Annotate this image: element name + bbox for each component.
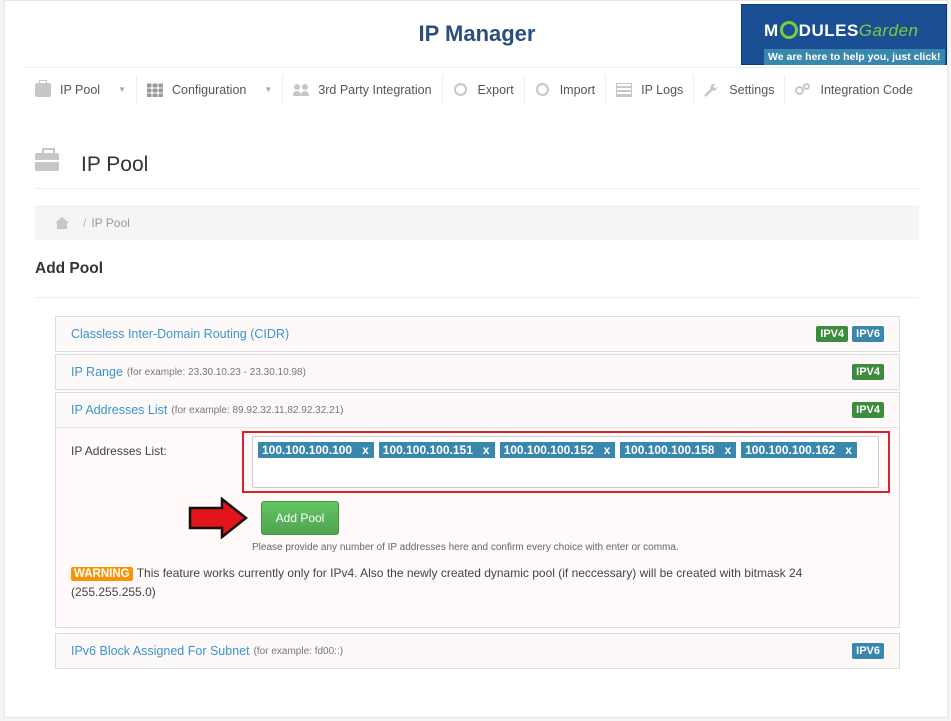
- panel-ip-range-hint: (for example: 23.30.10.23 - 23.30.10.98): [126, 366, 306, 378]
- nav-label: Export: [477, 82, 514, 97]
- breadcrumb-current: IP Pool: [91, 215, 130, 230]
- nav-label: Settings: [729, 82, 775, 97]
- ip-tag: 100.100.100.162 x: [741, 442, 857, 458]
- nav-item-export[interactable]: Export: [443, 74, 525, 105]
- briefcase-icon: [35, 79, 51, 97]
- import-icon: [535, 82, 551, 97]
- panel-ip-range: IP Range (for example: 23.30.10.23 - 23.…: [55, 354, 900, 390]
- tag-remove-button[interactable]: x: [724, 442, 731, 458]
- add-pool-button[interactable]: Add Pool: [261, 501, 339, 535]
- tag-remove-button[interactable]: x: [845, 442, 852, 458]
- app-frame: IP Manager M DULESGarden We are here to h…: [4, 0, 948, 718]
- nav-item-ip-pool[interactable]: IP Pool ▼: [25, 74, 137, 105]
- section-title: Add Pool: [35, 260, 104, 277]
- panel-ip-list: IP Addresses List (for example: 89.92.32…: [55, 392, 900, 628]
- logo-brand: M DULESGarden: [764, 21, 919, 40]
- panel-cidr: Classless Inter-Domain Routing (CIDR) IP…: [55, 316, 900, 352]
- panel-ipv6-header[interactable]: IPv6 Block Assigned For Subnet (for exam…: [56, 634, 899, 668]
- panel-ipv6-block: IPv6 Block Assigned For Subnet (for exam…: [55, 633, 900, 669]
- page-header: IP Pool: [35, 141, 919, 189]
- nav-item-integration-code[interactable]: Integration Code: [785, 75, 922, 105]
- breadcrumb-separator: /: [83, 215, 87, 230]
- warning-text: This feature works currently only for IP…: [71, 566, 803, 599]
- home-icon[interactable]: [55, 216, 69, 229]
- nav-label: Import: [559, 82, 596, 97]
- briefcase-icon: [35, 148, 59, 171]
- warning-label: WARNING: [71, 567, 133, 581]
- ip-tags-input[interactable]: 100.100.100.100 x 100.100.100.151 x 100.10…: [252, 436, 879, 488]
- ipv6-badge: IPV6: [852, 326, 884, 342]
- users-icon: [293, 83, 310, 97]
- panel-ip-range-header[interactable]: IP Range (for example: 23.30.10.23 - 23.…: [56, 355, 899, 389]
- gears-icon: [795, 82, 811, 97]
- nav-item-settings[interactable]: Settings: [694, 74, 786, 105]
- ipv6-badge: IPV6: [852, 643, 884, 659]
- ip-tag: 100.100.100.151 x: [378, 442, 495, 458]
- warning-message: WARNING This feature works currently onl…: [71, 564, 861, 601]
- help-text: Please provide any number of IP addresse…: [252, 542, 679, 553]
- ip-tag: 100.100.100.158 x: [620, 442, 737, 458]
- breadcrumb: / IP Pool: [35, 205, 919, 240]
- ipv4-badge: IPV4: [816, 326, 849, 342]
- highlight-box: 100.100.100.100 x 100.100.100.151 x 100.10…: [242, 431, 890, 493]
- panel-ip-list-title[interactable]: IP Addresses List: [71, 403, 167, 417]
- ip-tag: 100.100.100.100 x: [258, 442, 374, 458]
- logo-ring-icon: [779, 21, 798, 39]
- grid-icon: [147, 82, 163, 97]
- tag-remove-button[interactable]: x: [483, 442, 490, 458]
- wrench-icon: [704, 83, 720, 97]
- panel-cidr-title[interactable]: Classless Inter-Domain Routing (CIDR): [71, 327, 289, 341]
- nav-item-3rd-party-integration[interactable]: 3rd Party Integration: [283, 74, 443, 105]
- panel-ipv6-title[interactable]: IPv6 Block Assigned For Subnet: [71, 644, 250, 658]
- section-divider: [35, 297, 919, 298]
- ip-tag: 100.100.100.152 x: [499, 442, 616, 458]
- export-icon: [453, 82, 469, 97]
- panel-cidr-header[interactable]: Classless Inter-Domain Routing (CIDR) IP…: [56, 317, 899, 351]
- tag-remove-button[interactable]: x: [362, 442, 369, 458]
- nav-label: Integration Code: [820, 82, 913, 97]
- ip-list-label: IP Addresses List:: [71, 444, 167, 458]
- red-arrow-icon: [188, 497, 249, 539]
- main-nav: IP Pool ▼ Configuration ▼ 3rd Party Inte…: [25, 67, 930, 111]
- panel-ip-range-title[interactable]: IP Range: [71, 365, 123, 379]
- nav-item-ip-logs[interactable]: IP Logs: [606, 74, 695, 105]
- panel-ip-list-hint: (for example: 89.92.32.11,82.92.32.21): [171, 404, 344, 416]
- panel-ip-list-header[interactable]: IP Addresses List (for example: 89.92.32…: [56, 393, 899, 427]
- nav-label: 3rd Party Integration: [318, 82, 432, 97]
- panel-ip-list-body: IP Addresses List: 100.100.100.100 x 100.…: [56, 427, 899, 627]
- nav-item-configuration[interactable]: Configuration ▼: [137, 74, 284, 105]
- nav-item-import[interactable]: Import: [525, 74, 607, 105]
- logo-tagline: We are here to help you, just click!: [764, 49, 945, 65]
- modulesgarden-logo[interactable]: M DULESGarden We are here to help you, ju…: [741, 4, 947, 65]
- list-icon: [616, 82, 633, 97]
- caret-down-icon: ▼: [264, 85, 273, 94]
- ipv4-badge: IPV4: [852, 402, 884, 418]
- caret-down-icon: ▼: [118, 85, 126, 94]
- panel-ipv6-hint: (for example: fd00::): [253, 645, 344, 657]
- page-title: IP Pool: [81, 153, 149, 176]
- nav-label: Configuration: [172, 82, 247, 97]
- nav-label: IP Pool: [60, 82, 101, 97]
- nav-label: IP Logs: [641, 82, 684, 97]
- ipv4-badge: IPV4: [852, 364, 884, 380]
- tag-remove-button[interactable]: x: [604, 442, 611, 458]
